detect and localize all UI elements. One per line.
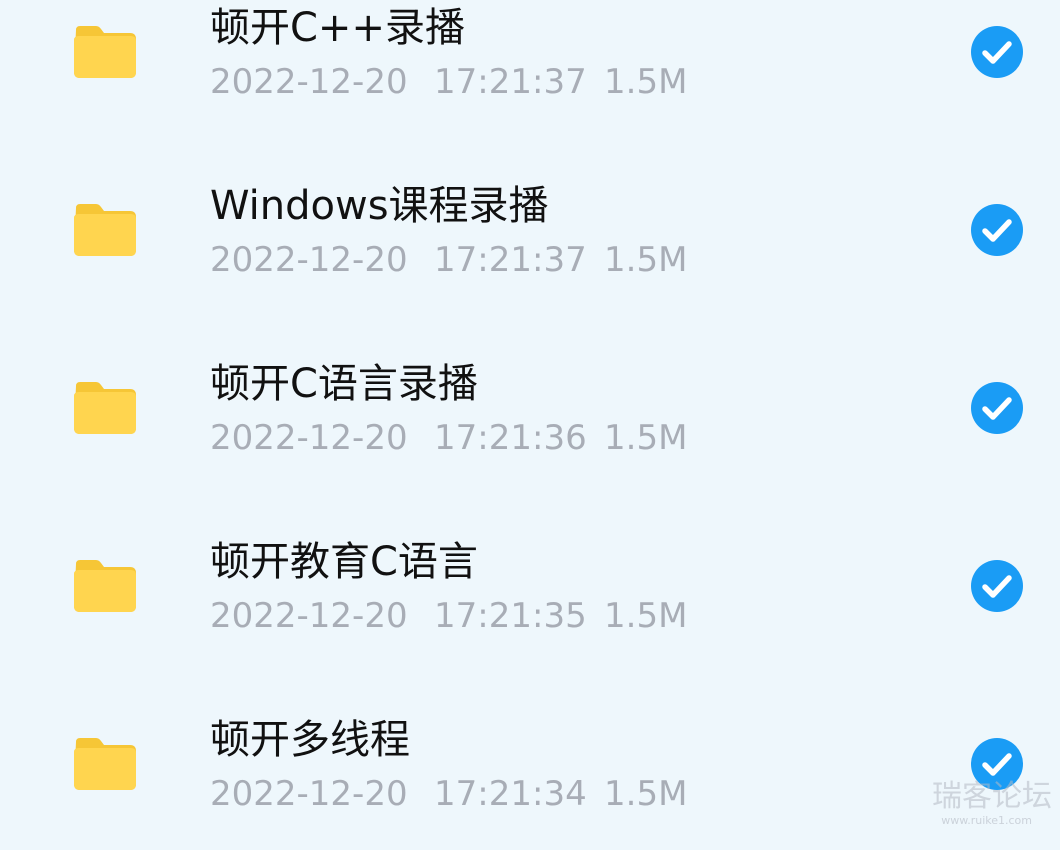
selected-check-icon[interactable] bbox=[971, 560, 1023, 612]
selected-check-icon[interactable] bbox=[971, 382, 1023, 434]
file-name: 顿开C++录播 bbox=[210, 5, 465, 51]
file-date: 2022-12-20 bbox=[210, 62, 408, 102]
file-name: 顿开C语言录播 bbox=[210, 361, 478, 407]
file-meta: 2022-12-20 17:21:35 1.5M bbox=[210, 596, 687, 636]
file-name: Windows课程录播 bbox=[210, 183, 549, 229]
file-size: 1.5M bbox=[604, 62, 688, 102]
file-time: 17:21:36 bbox=[434, 418, 587, 458]
file-date: 2022-12-20 bbox=[210, 418, 408, 458]
selected-check-icon[interactable] bbox=[971, 26, 1023, 78]
file-list: 顿开C++录播 2022-12-20 17:21:37 1.5M Windows课程… bbox=[0, 0, 1060, 830]
file-meta: 2022-12-20 17:21:34 1.5M bbox=[210, 774, 687, 814]
file-name: 顿开多线程 bbox=[210, 717, 410, 763]
file-time: 17:21:34 bbox=[434, 774, 587, 814]
file-time: 17:21:35 bbox=[434, 596, 587, 636]
file-meta: 2022-12-20 17:21:36 1.5M bbox=[210, 418, 687, 458]
selected-check-icon[interactable] bbox=[971, 204, 1023, 256]
file-row[interactable]: 顿开C++录播 2022-12-20 17:21:37 1.5M bbox=[0, 0, 1060, 138]
file-row[interactable]: 顿开多线程 2022-12-20 17:21:34 1.5M bbox=[0, 672, 1060, 850]
file-time: 17:21:37 bbox=[434, 62, 587, 102]
file-date: 2022-12-20 bbox=[210, 596, 408, 636]
file-time: 17:21:37 bbox=[434, 240, 587, 280]
folder-icon bbox=[74, 738, 136, 790]
file-date: 2022-12-20 bbox=[210, 774, 408, 814]
file-meta: 2022-12-20 17:21:37 1.5M bbox=[210, 240, 687, 280]
file-size: 1.5M bbox=[604, 596, 688, 636]
file-size: 1.5M bbox=[604, 240, 688, 280]
file-size: 1.5M bbox=[604, 774, 688, 814]
file-row[interactable]: Windows课程录播 2022-12-20 17:21:37 1.5M bbox=[0, 138, 1060, 316]
file-row[interactable]: 顿开C语言录播 2022-12-20 17:21:36 1.5M bbox=[0, 316, 1060, 494]
file-row[interactable]: 顿开教育C语言 2022-12-20 17:21:35 1.5M bbox=[0, 494, 1060, 672]
file-meta: 2022-12-20 17:21:37 1.5M bbox=[210, 62, 687, 102]
folder-icon bbox=[74, 382, 136, 434]
file-name: 顿开教育C语言 bbox=[210, 539, 478, 585]
folder-icon bbox=[74, 204, 136, 256]
watermark: 瑞客论坛 bbox=[932, 779, 1052, 814]
folder-icon bbox=[74, 26, 136, 78]
file-size: 1.5M bbox=[604, 418, 688, 458]
folder-icon bbox=[74, 560, 136, 612]
watermark-url: www.ruike1.com bbox=[941, 814, 1032, 827]
file-date: 2022-12-20 bbox=[210, 240, 408, 280]
